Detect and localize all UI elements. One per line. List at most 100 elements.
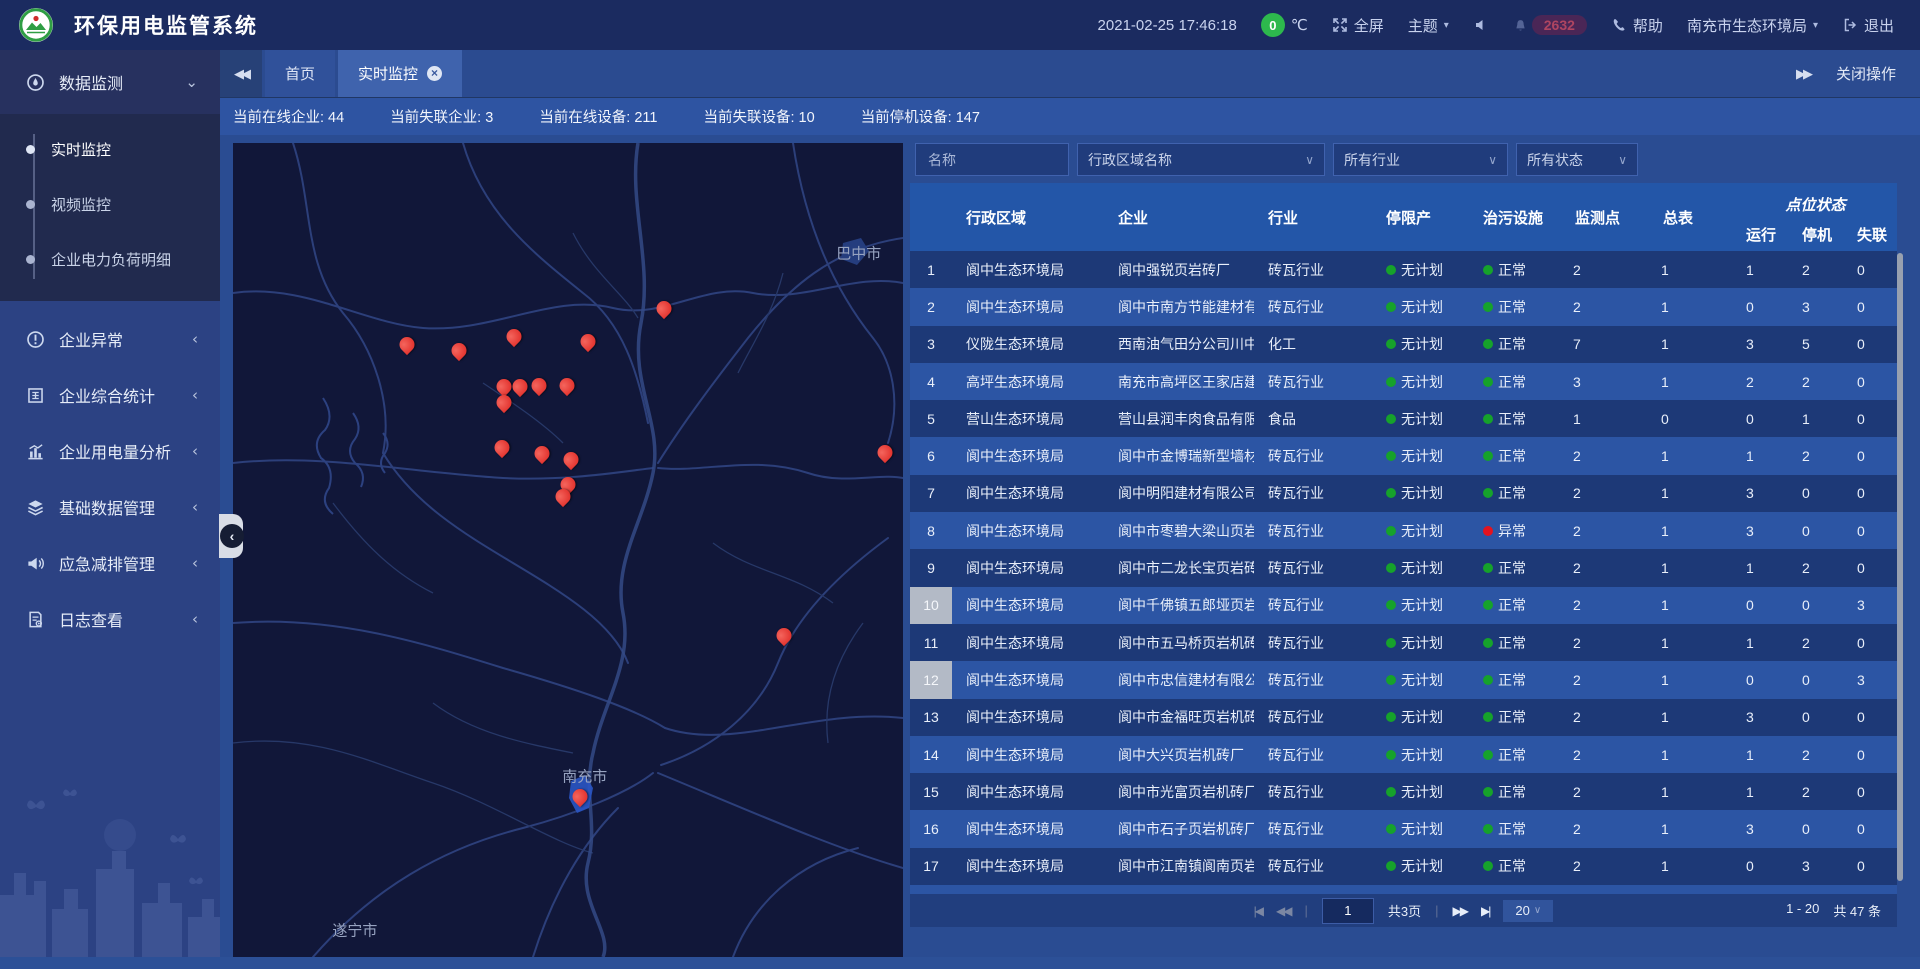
map-pin-icon[interactable] bbox=[577, 331, 598, 352]
tabs-scroll-left-button[interactable]: ◀◀ bbox=[220, 50, 262, 97]
status-dot-icon bbox=[1386, 675, 1396, 685]
cell-company: 阆中市光富页岩机砖厂 bbox=[1104, 773, 1254, 810]
name-filter-input[interactable] bbox=[926, 151, 1058, 169]
status-dot-icon bbox=[1483, 526, 1493, 536]
table-row[interactable]: 12阆中生态环境局阆中市忠信建材有限公砖瓦行业无计划正常21003 bbox=[910, 661, 1897, 698]
table-row[interactable]: 8阆中生态环境局阆中市枣碧大梁山页岩砖瓦行业无计划异常21300 bbox=[910, 512, 1897, 549]
sidebar-item-6[interactable]: 日志查看‹ bbox=[0, 591, 220, 647]
tabs-scroll-right-button[interactable]: ▶▶ bbox=[1796, 66, 1810, 82]
close-operations-button[interactable]: 关闭操作 bbox=[1836, 63, 1896, 84]
cell-points: 2 bbox=[1561, 624, 1649, 661]
col-industry: 行业 bbox=[1254, 183, 1372, 251]
map-pin-icon[interactable] bbox=[503, 326, 524, 347]
map-pin-icon[interactable] bbox=[557, 375, 578, 396]
table-row[interactable]: 18南部生态环境局南部县砒华山水泥有限公建材行业无计划正常60050 bbox=[910, 885, 1897, 894]
close-tab-icon[interactable]: × bbox=[427, 66, 442, 81]
map-pin-icon[interactable] bbox=[560, 449, 581, 470]
first-page-button[interactable]: |◀ bbox=[1254, 904, 1262, 918]
cell-facility-status: 正常 bbox=[1469, 810, 1561, 847]
theme-dropdown[interactable]: 主题 ▾ bbox=[1408, 15, 1449, 36]
prev-page-button[interactable]: ◀◀ bbox=[1276, 904, 1290, 918]
chevron-left-icon: ‹ bbox=[192, 610, 198, 628]
map-pin-icon[interactable] bbox=[448, 340, 469, 361]
cell-region: 阆中生态环境局 bbox=[952, 251, 1104, 288]
table-row[interactable]: 5营山生态环境局营山县润丰肉食品有限食品无计划正常10010 bbox=[910, 400, 1897, 437]
sidebar-item-label: 应急减排管理 bbox=[59, 551, 192, 575]
sidebar-item-2[interactable]: 企业综合统计‹ bbox=[0, 367, 220, 423]
cell-points: 1 bbox=[1561, 400, 1649, 437]
cell-company: 阆中强锐页岩砖厂 bbox=[1104, 251, 1254, 288]
table-row[interactable]: 11阆中生态环境局阆中市五马桥页岩机砖砖瓦行业无计划正常21120 bbox=[910, 624, 1897, 661]
map-pin-icon[interactable] bbox=[493, 392, 514, 413]
status-dot-icon bbox=[1483, 638, 1493, 648]
table-row[interactable]: 9阆中生态环境局阆中市二龙长宝页岩砖砖瓦行业无计划正常21120 bbox=[910, 549, 1897, 586]
sidebar-subitem[interactable]: 视频监控 bbox=[0, 177, 220, 232]
table-scrollbar[interactable] bbox=[1897, 253, 1903, 881]
cell-halt-status: 无计划 bbox=[1372, 661, 1469, 698]
cell-region: 阆中生态环境局 bbox=[952, 848, 1104, 885]
table-row[interactable]: 13阆中生态环境局阆中市金福旺页岩机砖砖瓦行业无计划正常21300 bbox=[910, 699, 1897, 736]
bell-icon bbox=[1513, 18, 1528, 33]
region-filter-select[interactable]: 行政区域名称 ∨ bbox=[1077, 143, 1325, 176]
map-pin-icon[interactable] bbox=[509, 376, 530, 397]
notifications-button[interactable]: 2632 bbox=[1513, 15, 1587, 35]
table-row[interactable]: 14阆中生态环境局阆中大兴页岩机砖厂砖瓦行业无计划正常21120 bbox=[910, 736, 1897, 773]
table-row[interactable]: 4高坪生态环境局南充市高坪区王家店建砖瓦行业无计划正常31220 bbox=[910, 363, 1897, 400]
sidebar-item-label: 企业综合统计 bbox=[59, 383, 192, 407]
industry-filter-select[interactable]: 所有行业 ∨ bbox=[1333, 143, 1508, 176]
cell-meters: 1 bbox=[1649, 848, 1734, 885]
table-row[interactable]: 1阆中生态环境局阆中强锐页岩砖厂砖瓦行业无计划正常21120 bbox=[910, 251, 1897, 288]
map-panel[interactable]: 巴中市南充市遂宁市 bbox=[233, 143, 903, 957]
map-pin-icon[interactable] bbox=[491, 437, 512, 458]
map-pin-icon[interactable] bbox=[874, 442, 895, 463]
table-row[interactable]: 17阆中生态环境局阆中市江南镇阆南页岩砖瓦行业无计划正常21030 bbox=[910, 848, 1897, 885]
map-pin-icon[interactable] bbox=[773, 625, 794, 646]
sidebar-subitem[interactable]: 实时监控 bbox=[0, 122, 220, 177]
cell-row-number: 14 bbox=[910, 736, 952, 773]
cell-row-number: 6 bbox=[910, 437, 952, 474]
map-pin-icon[interactable] bbox=[569, 786, 590, 807]
cell-run: 3 bbox=[1734, 512, 1790, 549]
map-pin-icon[interactable] bbox=[397, 334, 418, 355]
page-number-input[interactable] bbox=[1322, 898, 1374, 924]
cell-meters: 1 bbox=[1649, 661, 1734, 698]
cell-meters: 1 bbox=[1649, 288, 1734, 325]
table-row[interactable]: 6阆中生态环境局阆中市金博瑞新型墙材砖瓦行业无计划正常21120 bbox=[910, 437, 1897, 474]
logout-button[interactable]: 退出 bbox=[1842, 15, 1894, 36]
last-page-button[interactable]: ▶| bbox=[1481, 904, 1489, 918]
table-row[interactable]: 16阆中生态环境局阆中市石子页岩机砖厂砖瓦行业无计划正常21300 bbox=[910, 810, 1897, 847]
table-row[interactable]: 7阆中生态环境局阆中明阳建材有限公司砖瓦行业无计划正常21300 bbox=[910, 475, 1897, 512]
tab-home[interactable]: 首页 bbox=[265, 50, 335, 97]
help-button[interactable]: 帮助 bbox=[1611, 15, 1663, 36]
table-row[interactable]: 2阆中生态环境局阆中市南方节能建材有砖瓦行业无计划正常21030 bbox=[910, 288, 1897, 325]
sidebar-item-0[interactable]: 数据监测⌄ bbox=[0, 50, 220, 114]
cell-industry: 砖瓦行业 bbox=[1254, 288, 1372, 325]
sound-button[interactable] bbox=[1473, 17, 1489, 33]
map-pin-icon[interactable] bbox=[529, 375, 550, 396]
sidebar-collapse-handle[interactable]: ‹ bbox=[219, 514, 243, 558]
cell-stop: 2 bbox=[1790, 773, 1845, 810]
sidebar-item-4[interactable]: 基础数据管理‹ bbox=[0, 479, 220, 535]
tab-realtime-monitor[interactable]: 实时监控 × bbox=[338, 50, 462, 97]
org-dropdown[interactable]: 南充市生态环境局 ▾ bbox=[1687, 15, 1818, 36]
table-row[interactable]: 3仪陇生态环境局西南油气田分公司川中化工无计划正常71350 bbox=[910, 326, 1897, 363]
sidebar-subitem[interactable]: 企业电力负荷明细 bbox=[0, 232, 220, 287]
map-pin-icon[interactable] bbox=[531, 443, 552, 464]
table-row[interactable]: 10阆中生态环境局阆中千佛镇五郎垭页岩砖瓦行业无计划正常21003 bbox=[910, 587, 1897, 624]
status-filter-select[interactable]: 所有状态 ∨ bbox=[1516, 143, 1638, 176]
sidebar-item-5[interactable]: 应急减排管理‹ bbox=[0, 535, 220, 591]
sidebar-item-3[interactable]: 企业用电量分析‹ bbox=[0, 423, 220, 479]
cell-lost: 0 bbox=[1845, 848, 1897, 885]
col-region: 行政区域 bbox=[952, 183, 1104, 251]
cell-points: 2 bbox=[1561, 288, 1649, 325]
map-pin-icon[interactable] bbox=[653, 298, 674, 319]
page-size-select[interactable]: 20 ∨ bbox=[1503, 900, 1553, 922]
chevron-down-icon: ∨ bbox=[1610, 153, 1627, 167]
cell-halt-status: 无计划 bbox=[1372, 773, 1469, 810]
chevron-left-icon: ‹ bbox=[192, 442, 198, 460]
sidebar-item-1[interactable]: 企业异常‹ bbox=[0, 311, 220, 367]
table-row[interactable]: 15阆中生态环境局阆中市光富页岩机砖厂砖瓦行业无计划正常21120 bbox=[910, 773, 1897, 810]
fullscreen-button[interactable]: 全屏 bbox=[1332, 15, 1384, 36]
next-page-button[interactable]: ▶▶ bbox=[1453, 904, 1467, 918]
cell-row-number: 9 bbox=[910, 549, 952, 586]
